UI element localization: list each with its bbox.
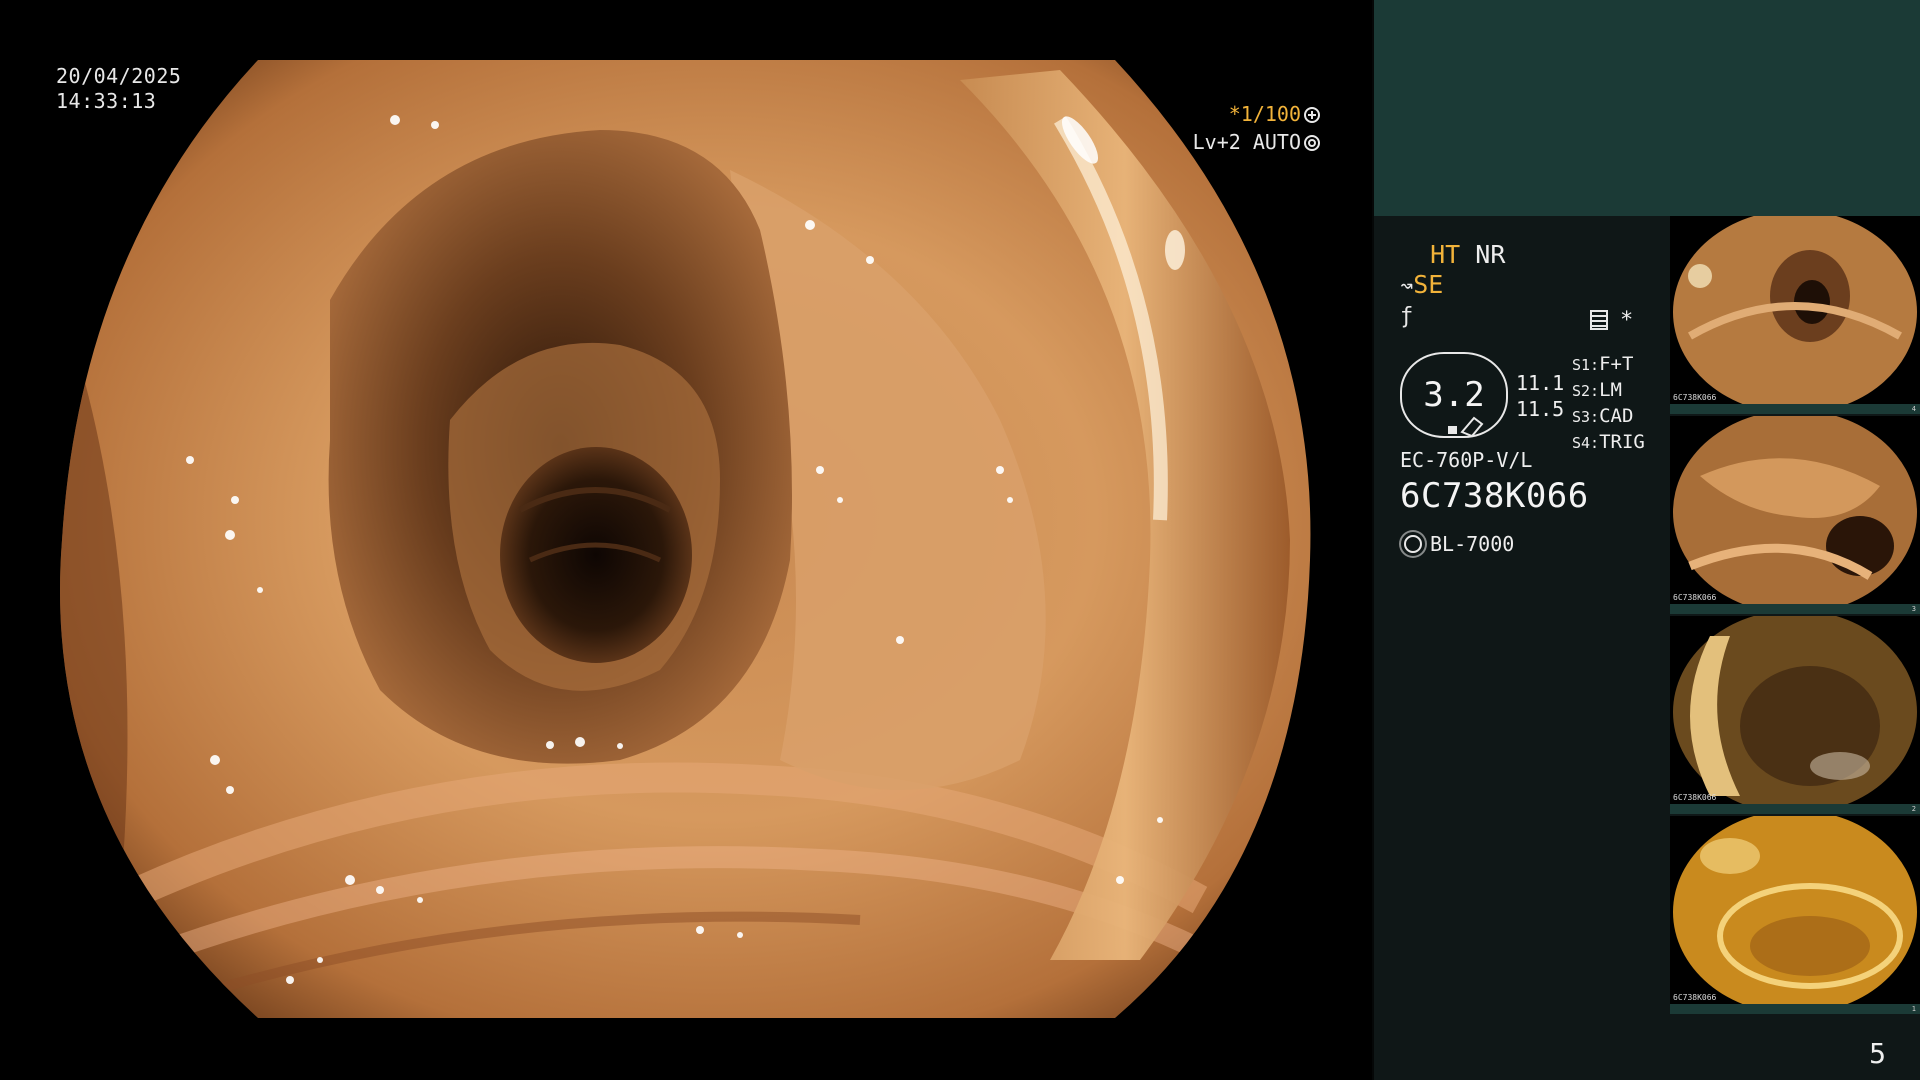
switch-modes: S1:F+T S2:LM S3:CAD S4:TRIG [1572, 352, 1645, 456]
thumbnail-4[interactable]: 6C738K066 1 [1670, 816, 1920, 1014]
capture-thumbnails: 6C738K066 4 6C738K066 3 6C738K066 2 6C73… [1670, 216, 1920, 1016]
thumbnail-number: 1 [1911, 1005, 1916, 1013]
gauge-indicator-icon [1448, 416, 1484, 436]
info-panel: HT NR ↝SE ƒ * 3.2 11.1 11.5 S1:F+T S2:LM [1374, 0, 1920, 1080]
tilde-icon: ↝ [1400, 274, 1414, 299]
shutter-speed: *1/100 [1228, 102, 1301, 126]
thumbnail-2[interactable]: 6C738K066 3 [1670, 416, 1920, 614]
ht-label: HT [1430, 240, 1461, 269]
thumbnail-3[interactable]: 6C738K066 2 [1670, 616, 1920, 814]
panel-header-area [1374, 0, 1920, 216]
scope-info: HT NR ↝SE ƒ * 3.2 11.1 11.5 S1:F+T S2:LM [1400, 240, 1690, 556]
reading-2: 11.5 [1516, 397, 1565, 421]
thumbnail-image [1673, 816, 1917, 1014]
thumbnail-number: 4 [1911, 405, 1916, 413]
time-label: 14:33:13 [56, 89, 157, 113]
f-hook-icon: ƒ [1400, 304, 1414, 329]
scope-serial: 6C738K066 [1400, 476, 1589, 516]
thumbnail-image [1673, 216, 1917, 414]
light-source: BL-7000 [1400, 532, 1514, 556]
gauge-readings: 11.1 11.5 [1516, 370, 1564, 422]
sun-icon [1404, 535, 1422, 553]
nr-label: NR [1475, 240, 1506, 269]
mode-s1: S1:F+T [1572, 353, 1634, 375]
thumbnail-serial: 6C738K066 [1673, 593, 1717, 602]
colon-lumen-image [59, 60, 1311, 1018]
endoscopy-screen: 20/04/2025 14:33:13 *1/100 Lv+2 AUTO HT … [0, 0, 1920, 1080]
thumbnail-image [1673, 416, 1917, 614]
thumbnail-serial: 6C738K066 [1673, 793, 1717, 802]
thumbnail-number: 2 [1911, 805, 1916, 813]
mode-s4: S4:TRIG [1572, 431, 1645, 453]
exposure-overlay: *1/100 Lv+2 AUTO [1193, 100, 1320, 156]
timestamp: 20/04/2025 14:33:13 [56, 64, 181, 114]
fan-icon [1304, 107, 1320, 123]
thumbnail-number: 3 [1911, 605, 1916, 613]
mode-s3: S3:CAD [1572, 405, 1634, 427]
page-number: 5 [1869, 1037, 1886, 1070]
reading-1: 11.1 [1516, 371, 1565, 395]
date-label: 20/04/2025 [56, 64, 182, 88]
thumbnail-1[interactable]: 6C738K066 4 [1670, 216, 1920, 414]
ring-icon [1304, 135, 1320, 151]
thumbnail-image [1673, 616, 1917, 814]
asterisk-label: * [1620, 308, 1634, 333]
brightness-level: Lv+2 AUTO [1192, 130, 1301, 154]
insufflation-gauge: 3.2 11.1 11.5 S1:F+T S2:LM S3:CAD S4:TRI… [1400, 352, 1690, 453]
main-endoscope-view: 20/04/2025 14:33:13 *1/100 Lv+2 AUTO [0, 0, 1372, 1080]
mode-s2: S2:LM [1572, 379, 1622, 401]
se-label: SE [1413, 270, 1444, 299]
thumbnail-serial: 6C738K066 [1673, 993, 1717, 1002]
scope-model: EC-760P-V/L [1400, 448, 1533, 472]
thumbnail-serial: 6C738K066 [1673, 393, 1717, 402]
memo-icon [1590, 310, 1608, 330]
